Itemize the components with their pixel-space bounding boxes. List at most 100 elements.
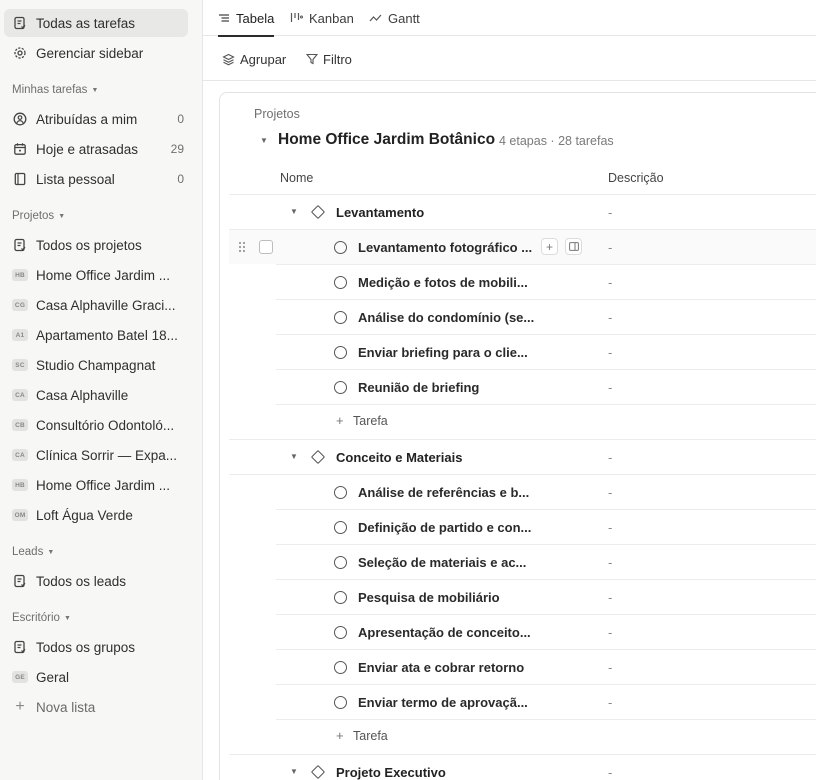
sidebar-item-project[interactable]: HB Home Office Jardim ... (4, 261, 188, 289)
row-divider (276, 649, 816, 650)
stage-description[interactable]: - (608, 450, 612, 465)
task-status-circle[interactable] (334, 521, 347, 534)
task-name[interactable]: Seleção de materiais e ac... (358, 555, 526, 570)
task-name[interactable]: Enviar briefing para o clie... (358, 345, 528, 360)
section-projects[interactable]: Projetos ▼ (12, 210, 65, 222)
collapse-stage-icon[interactable]: ▼ (290, 767, 298, 776)
group-button[interactable]: Agrupar (222, 49, 286, 69)
stage-name[interactable]: Levantamento (336, 205, 424, 220)
task-name[interactable]: Apresentação de conceito... (358, 625, 531, 640)
sidebar-item-manage-sidebar[interactable]: Gerenciar sidebar (4, 39, 188, 67)
task-description[interactable]: - (608, 380, 612, 395)
task-name[interactable]: Reunião de briefing (358, 380, 479, 395)
task-description[interactable]: - (608, 345, 612, 360)
section-office[interactable]: Escritório ▼ (12, 612, 71, 624)
task-description[interactable]: - (608, 590, 612, 605)
collapse-stage-icon[interactable]: ▼ (290, 207, 298, 216)
task-name[interactable]: Levantamento fotográfico ... (358, 240, 532, 255)
task-status-circle[interactable] (334, 241, 347, 254)
task-description[interactable]: - (608, 695, 612, 710)
sidebar-item-all-projects[interactable]: Todos os projetos (4, 231, 188, 259)
task-name[interactable]: Enviar ata e cobrar retorno (358, 660, 524, 675)
row-select-checkbox[interactable] (259, 240, 273, 254)
project-badge: CA (12, 389, 28, 401)
collapse-project-icon[interactable]: ▼ (260, 136, 268, 145)
sidebar-item-all-leads[interactable]: Todos os leads (4, 567, 188, 595)
task-name[interactable]: Definição de partido e con... (358, 520, 531, 535)
section-leads[interactable]: Leads ▼ (12, 546, 54, 558)
section-my-tasks[interactable]: Minhas tarefas ▼ (12, 84, 98, 96)
filter-icon (306, 53, 318, 65)
collapse-stage-icon[interactable]: ▼ (290, 452, 298, 461)
stage-description[interactable]: - (608, 765, 612, 780)
task-status-circle[interactable] (334, 276, 347, 289)
task-name[interactable]: Enviar termo de aprovaçã... (358, 695, 528, 710)
task-status-circle[interactable] (334, 696, 347, 709)
column-header-name[interactable]: Nome (280, 171, 313, 185)
sidebar-item-project[interactable]: HB Home Office Jardim ... (4, 471, 188, 499)
sidebar-item-all-tasks[interactable]: Todas as tarefas (4, 9, 188, 37)
plus-icon[interactable]: + (336, 413, 344, 428)
task-status-circle[interactable] (334, 661, 347, 674)
add-task-button[interactable]: Tarefa (353, 729, 388, 743)
section-title: Leads (12, 546, 44, 558)
sidebar-item-label: Clínica Sorrir — Expa... (36, 447, 178, 463)
task-status-circle[interactable] (334, 346, 347, 359)
filter-button[interactable]: Filtro (306, 49, 352, 69)
sidebar-item-project[interactable]: CA Casa Alphaville (4, 381, 188, 409)
task-name[interactable]: Pesquisa de mobiliário (358, 590, 500, 605)
task-status-circle[interactable] (334, 486, 347, 499)
task-description[interactable]: - (608, 240, 612, 255)
task-description[interactable]: - (608, 520, 612, 535)
sidebar-item-personal-list[interactable]: Lista pessoal 0 (4, 165, 188, 193)
task-description[interactable]: - (608, 485, 612, 500)
tab-gantt[interactable]: Gantt (369, 0, 420, 36)
task-status-circle[interactable] (334, 311, 347, 324)
plus-icon[interactable]: + (336, 728, 344, 743)
task-name[interactable]: Medição e fotos de mobili... (358, 275, 528, 290)
task-description[interactable]: - (608, 275, 612, 290)
tab-label: Gantt (388, 10, 420, 26)
task-status-circle[interactable] (334, 556, 347, 569)
sidebar-item-project[interactable]: OM Loft Água Verde (4, 501, 188, 529)
sidebar-item-project[interactable]: CB Consultório Odontoló... (4, 411, 188, 439)
sidebar-item-all-groups[interactable]: Todos os grupos (4, 633, 188, 661)
add-subtask-button[interactable]: + (541, 238, 558, 255)
row-divider (276, 334, 816, 335)
sidebar-item-general[interactable]: GE Geral (4, 663, 188, 691)
task-status-circle[interactable] (334, 381, 347, 394)
drag-handle-icon[interactable] (237, 240, 247, 254)
task-description[interactable]: - (608, 310, 612, 325)
project-badge: A1 (12, 329, 28, 341)
task-description[interactable]: - (608, 660, 612, 675)
sidebar-item-project[interactable]: A1 Apartamento Batel 18... (4, 321, 188, 349)
task-status-circle[interactable] (334, 626, 347, 639)
row-divider (276, 369, 816, 370)
stage-name[interactable]: Conceito e Materiais (336, 450, 462, 465)
task-description[interactable]: - (608, 625, 612, 640)
task-name[interactable]: Análise do condomínio (se... (358, 310, 534, 325)
sidebar-item-assigned[interactable]: Atribuídas a mim 0 (4, 105, 188, 133)
breadcrumb[interactable]: Projetos (254, 107, 300, 121)
open-panel-button[interactable] (565, 238, 582, 255)
sidebar-item-today-overdue[interactable]: Hoje e atrasadas 29 (4, 135, 188, 163)
column-header-description[interactable]: Descrição (608, 171, 664, 185)
task-status-circle[interactable] (334, 591, 347, 604)
filter-label: Filtro (323, 51, 352, 67)
task-description[interactable]: - (608, 555, 612, 570)
task-name[interactable]: Análise de referências e b... (358, 485, 529, 500)
sidebar-item-label: Casa Alphaville Graci... (36, 297, 176, 313)
row-divider (276, 264, 816, 265)
tab-table[interactable]: Tabela (218, 0, 275, 37)
add-task-button[interactable]: Tarefa (353, 414, 388, 428)
row-divider (276, 614, 816, 615)
stage-name[interactable]: Projeto Executivo (336, 765, 446, 780)
new-list-button[interactable]: + Nova lista (4, 693, 188, 721)
sidebar-item-project[interactable]: SC Studio Champagnat (4, 351, 188, 379)
task-list-icon (12, 573, 28, 589)
sidebar-item-project[interactable]: CG Casa Alphaville Graci... (4, 291, 188, 319)
sidebar-item-project[interactable]: CA Clínica Sorrir — Expa... (4, 441, 188, 469)
project-badge: CA (12, 449, 28, 461)
tab-kanban[interactable]: Kanban (290, 0, 354, 36)
stage-description[interactable]: - (608, 205, 612, 220)
